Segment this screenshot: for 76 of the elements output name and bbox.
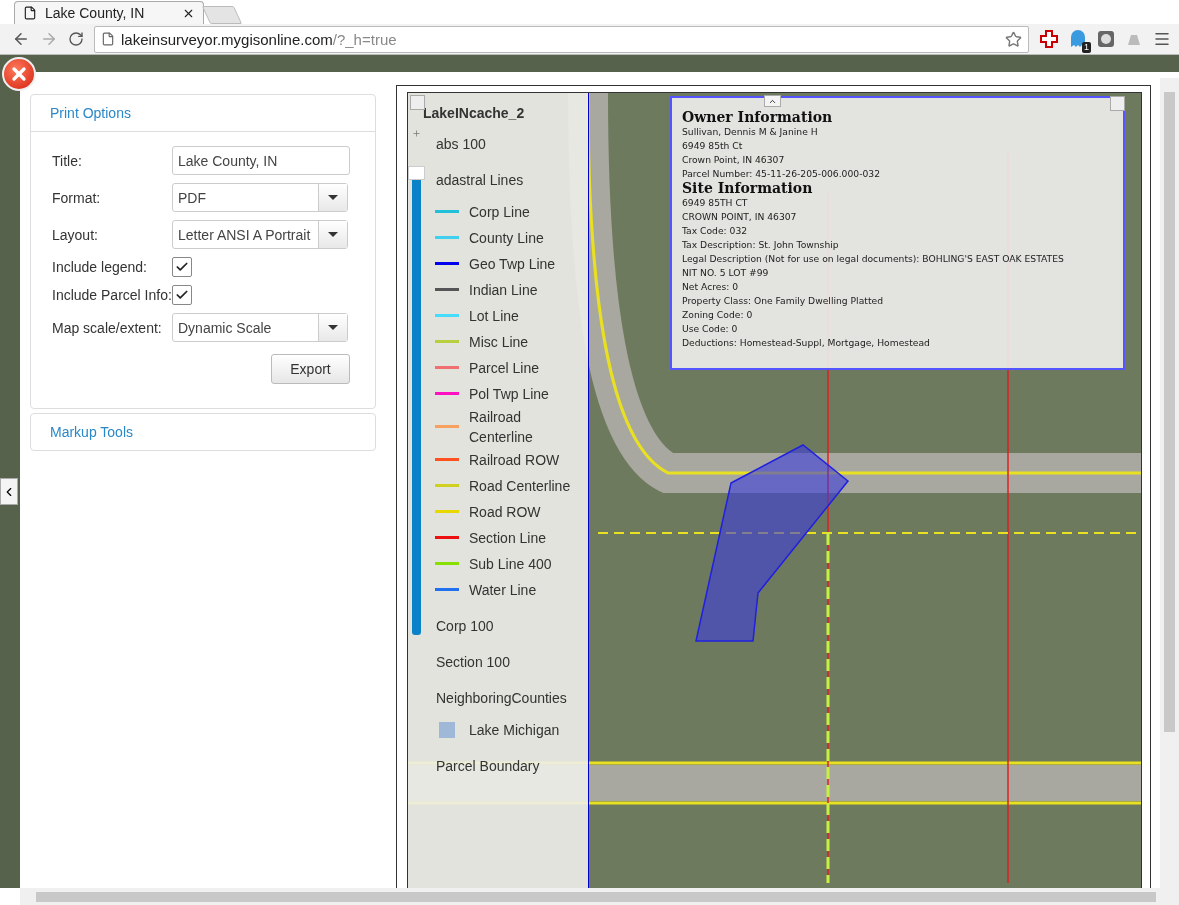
legend-label: Railroad ROW [469,451,560,470]
field-label: Include legend: [52,258,148,277]
dropdown[interactable]: PDF [172,183,348,212]
legend-label: Section Line [469,529,547,548]
info-line: Parcel Number: 45-11-26-205-006.000-032 [682,167,881,181]
info-line: Sullivan, Dennis M & Janine H [682,125,819,139]
collapse-button[interactable] [0,478,18,505]
caret-icon [328,195,338,200]
back-button[interactable] [12,30,30,48]
legend-label: Water Line [469,581,537,600]
legend-label: Corp Line [469,203,530,222]
legend-label: Misc Line [469,333,529,352]
info-line: Property Class: One Family Dwelling Platted [682,294,884,308]
panel-header[interactable]: Print Options [31,95,375,131]
legend-label: Indian Line [469,281,538,300]
page-icon [23,6,37,20]
caret-icon [328,325,338,330]
legend-label: Road Centerline [469,477,571,496]
info-line: NIT NO. 5 LOT #99 [682,266,770,280]
legend-label: Parcel Line [469,359,540,378]
browser-tab[interactable]: Lake County, IN [14,1,204,24]
section-title: Site Information [682,181,814,196]
field-label: Include Parcel Info: [52,286,172,305]
legend-label: Lot Line [469,307,519,326]
reload-button[interactable] [68,31,84,47]
legend-label: Section 100 [436,653,510,672]
collapse-button[interactable] [764,95,781,107]
legend-title: LakeINcache_2 [423,105,526,121]
info-line: CROWN POINT, IN 46307 [682,210,798,224]
field-label: Layout: [52,225,99,245]
address-bar[interactable]: lakeinsurveyor.mygisonline.com/?_h=true [94,25,1029,53]
checkbox[interactable] [172,257,192,277]
info-line: 6949 85th Ct [682,139,744,153]
dropdown[interactable]: Dynamic Scale [172,313,348,342]
square-extension-icon[interactable] [1097,30,1115,48]
info-line: 6949 85TH CT [682,196,749,210]
notification-badge: 1 [1082,42,1091,53]
info-line: Tax Code: 032 [682,224,749,238]
check-icon [175,288,189,302]
legend-label: Lake Michigan [469,721,560,740]
info-line: Net Acres: 0 [682,280,740,294]
legend-label: Road ROW [469,503,541,522]
field-label: Format: [52,188,102,208]
menu-icon[interactable] [1153,30,1171,48]
legend-label: Corp 100 [436,617,494,636]
star-icon[interactable] [1005,30,1022,48]
legend-label: Sub Line 400 [469,555,552,574]
legend-label: Geo Twp Line [469,255,556,274]
field-label: Map scale/extent: [52,318,163,338]
panel-header[interactable]: Markup Tools [31,414,375,450]
vertical-scrollbar[interactable] [1160,78,1179,888]
section-title: Owner Information [682,110,834,125]
legend-label: Pol Twp Line [469,385,549,404]
legend-label: Parcel Boundary [436,757,540,776]
legend-label: County Line [469,229,544,248]
checkbox[interactable] [172,285,192,305]
info-line: Tax Description: St. John Township [682,238,840,252]
info-line: Deductions: Homestead-Suppl, Mortgage, Homestead [682,336,931,350]
info-line: Legal Description (Not for use on legal documents): BOHLING'S EAST OAK ESTATES [682,252,1065,266]
check-icon [175,260,189,274]
legend-label: adastral Lines [436,171,524,190]
info-line: Use Code: 0 [682,322,739,336]
export-button[interactable]: Export [271,354,350,384]
input-field[interactable]: Lake County, IN [172,146,350,175]
horizontal-scrollbar[interactable] [20,888,1179,905]
legend-label: abs 100 [436,135,486,154]
cross-icon[interactable] [1039,29,1059,49]
page-icon [101,32,115,46]
dropdown[interactable]: Letter ANSI A Portrait [172,220,348,249]
info-line: Zoning Code: 0 [682,308,754,322]
info-line: Crown Point, IN 46307 [682,153,786,167]
caret-icon [328,232,338,237]
close-icon [9,64,29,84]
legend-label: NeighboringCounties [436,689,567,708]
legend-label: Railroad Centerline [469,408,534,447]
field-label: Title: [52,151,83,171]
